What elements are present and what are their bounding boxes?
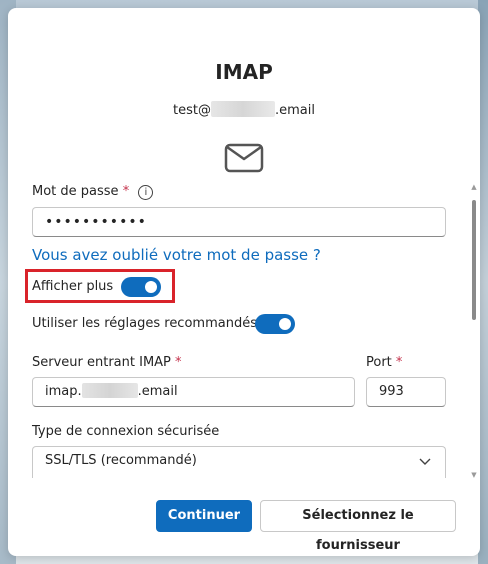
server-redacted [81, 383, 138, 398]
account-email: test@ .email [8, 101, 480, 118]
email-redacted [210, 101, 275, 117]
port-label-text: Port [366, 355, 392, 370]
forgot-password-link[interactable]: Vous avez oublié votre mot de passe ? [32, 246, 321, 264]
imap-dialog: IMAP test@ .email Mot de passe * i ••••••… [8, 8, 480, 556]
toggle-knob [145, 281, 157, 293]
connection-type-select[interactable]: SSL/TLS (recommandé) [32, 446, 446, 478]
server-suffix: .email [137, 384, 178, 399]
incoming-server-label-text: Serveur entrant IMAP [32, 355, 171, 370]
required-mark: * [175, 355, 182, 370]
continue-button[interactable]: Continuer [156, 500, 252, 532]
email-prefix: test@ [173, 103, 211, 118]
scrollbar-thumb[interactable] [472, 200, 476, 320]
scroll-up-icon[interactable]: ▲ [471, 184, 477, 191]
select-provider-button[interactable]: Sélectionnez le fournisseur [260, 500, 456, 553]
scrollbar[interactable]: ▲ ▼ [471, 184, 477, 479]
port-label: Port * [366, 355, 402, 370]
connection-type-value: SSL/TLS (recommandé) [45, 453, 197, 468]
server-prefix: imap. [45, 384, 82, 399]
incoming-server-input[interactable]: imap. .email [32, 377, 355, 407]
dialog-title: IMAP [215, 60, 273, 84]
info-icon[interactable]: i [138, 185, 154, 200]
required-mark: * [395, 355, 403, 370]
password-label: Mot de passe * i [32, 184, 154, 200]
password-label-text: Mot de passe [32, 184, 119, 199]
toggle-knob [279, 318, 291, 330]
recommended-settings-toggle[interactable] [255, 314, 295, 334]
recommended-settings-label: Utiliser les réglages recommandés [32, 316, 257, 331]
incoming-server-label: Serveur entrant IMAP * [32, 355, 182, 370]
show-more-toggle[interactable] [121, 277, 161, 297]
required-mark: * [122, 184, 130, 199]
connection-type-label: Type de connexion sécurisée [32, 424, 220, 439]
email-suffix: .email [274, 103, 315, 118]
mail-envelope-icon [224, 143, 264, 173]
show-more-label: Afficher plus [32, 279, 114, 294]
password-input[interactable]: ••••••••••• [32, 207, 446, 237]
scroll-down-icon[interactable]: ▼ [471, 472, 477, 479]
port-input[interactable]: 993 [366, 377, 446, 407]
chevron-down-icon [419, 458, 431, 465]
